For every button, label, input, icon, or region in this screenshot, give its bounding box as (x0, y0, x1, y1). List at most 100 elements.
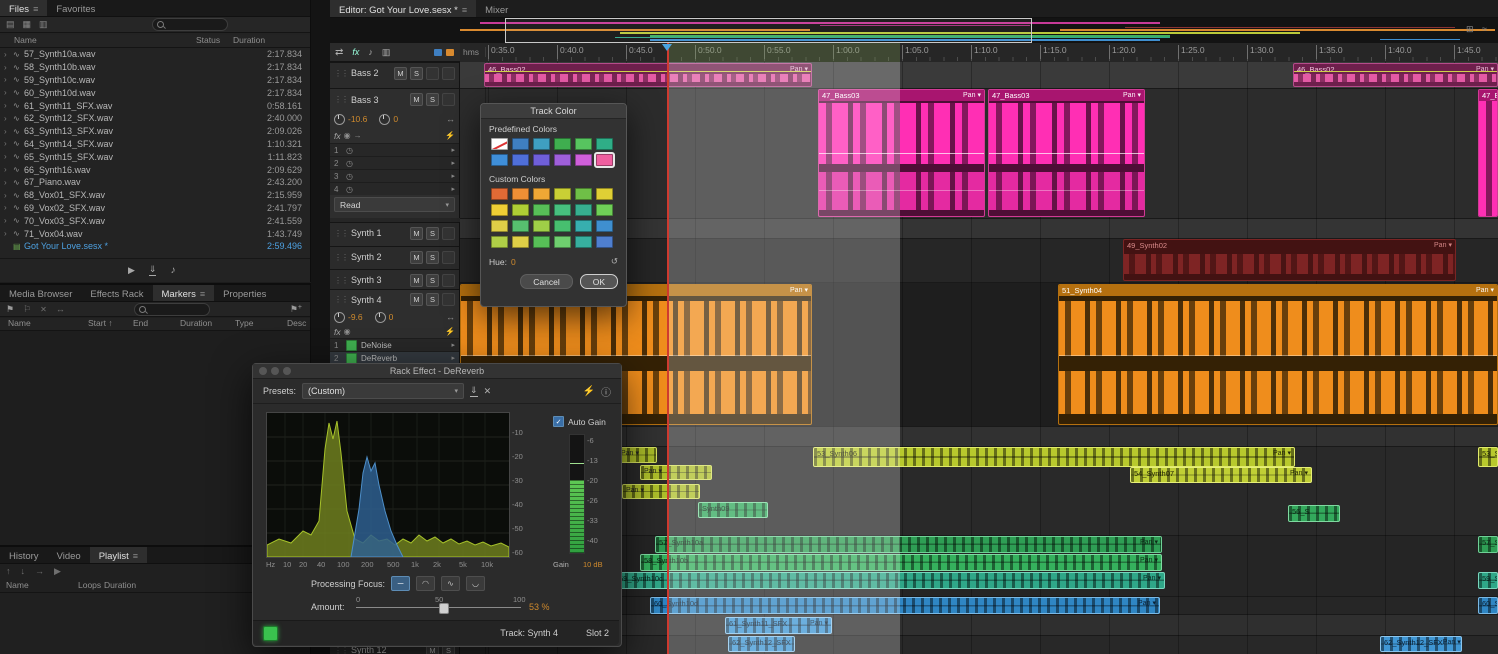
audio-clip[interactable]: 53_Sy (1478, 447, 1498, 467)
record-arm-button[interactable] (442, 93, 455, 106)
mute-button[interactable]: M (410, 274, 423, 287)
col-marker-start[interactable]: Start ↑ (88, 318, 113, 328)
color-swatch[interactable] (512, 220, 529, 232)
col-name[interactable]: Name (14, 35, 37, 45)
playhead-marker[interactable] (662, 44, 672, 51)
color-swatch[interactable] (491, 188, 508, 200)
add-marker-icon[interactable]: ⚐ (23, 304, 31, 315)
tab-editor[interactable]: Editor: Got Your Love.sesx *≡ (330, 0, 476, 17)
clip-pan-dropdown[interactable]: Pan▾ (1476, 285, 1494, 296)
effect-power-led[interactable] (263, 626, 278, 641)
record-arm-button[interactable] (442, 251, 455, 264)
auto-play-audio-icon[interactable]: ♪ (170, 265, 175, 276)
track-header-bass3[interactable]: ⋮⋮Bass 3MS -10.60↔ fx◉→⚡ 1◷▸ 2◷▸ 3◷▸ 4◷▸… (330, 88, 460, 218)
chevron-right-icon[interactable]: › (4, 139, 13, 148)
panel-menu-icon[interactable]: ≡ (133, 551, 138, 561)
video-track-icon[interactable] (434, 49, 442, 56)
import-file-icon[interactable]: ▤ (6, 19, 15, 30)
chevron-right-icon[interactable]: › (4, 178, 13, 187)
fx-power-icon[interactable]: ◉ (344, 131, 351, 140)
import-folder-icon[interactable]: ▦ (23, 19, 32, 30)
color-swatch[interactable] (596, 220, 613, 232)
chevron-right-icon[interactable]: › (4, 191, 13, 200)
col-marker-type[interactable]: Type (235, 318, 253, 328)
fx-power-icon[interactable]: ◉ (344, 327, 351, 336)
track-header-bass2[interactable]: ⋮⋮Bass 2MS (330, 62, 460, 88)
move-up-icon[interactable]: ↑ (6, 566, 11, 576)
new-content-icon[interactable]: ▥ (39, 19, 48, 30)
file-row-session-selected[interactable]: ▤Got Your Love.sesx *2:59.496 (0, 240, 310, 253)
col-marker-desc[interactable]: Desc (287, 318, 306, 328)
color-swatch[interactable] (554, 220, 571, 232)
tab-files[interactable]: Files≡ (0, 0, 47, 16)
info-icon[interactable]: ⓘ (601, 384, 611, 399)
color-swatch[interactable] (596, 236, 613, 248)
playhead-line[interactable] (667, 43, 669, 654)
color-swatch[interactable] (554, 154, 571, 166)
save-preset-icon[interactable]: ⇓ (470, 385, 478, 397)
color-swatch[interactable] (554, 188, 571, 200)
overview-options-icon[interactable]: ≈ (1482, 24, 1487, 34)
track-header-synth3[interactable]: ⋮⋮Synth 3MS (330, 269, 460, 289)
col-duration[interactable]: Duration (233, 35, 265, 45)
col-marker-duration[interactable]: Duration (180, 318, 212, 328)
track-name[interactable]: Synth 3 (351, 275, 382, 285)
add-flag-button[interactable]: ⚑+ (290, 304, 302, 315)
reset-hue-icon[interactable]: ↺ (611, 256, 618, 267)
fx-slot[interactable]: 3◷▸ (330, 169, 459, 182)
file-row[interactable]: ›∿62_Synth12_SFX.wav2:40.000 (0, 112, 310, 125)
slot-arrow-icon[interactable]: ▸ (451, 185, 455, 193)
clip-pan-dropdown[interactable]: Pan▾ (1143, 573, 1161, 584)
audio-clip[interactable]: 49_Synth02Pan▾ (1123, 239, 1456, 281)
volume-value[interactable]: -10.6 (348, 114, 367, 124)
record-arm-button[interactable] (442, 274, 455, 287)
clip-pan-dropdown[interactable]: Pan▾ (626, 485, 644, 496)
play-playlist-icon[interactable]: ▶ (54, 566, 61, 577)
color-swatch[interactable] (491, 204, 508, 216)
solo-button[interactable]: S (410, 67, 423, 80)
mute-button[interactable]: M (410, 93, 423, 106)
focus-mid-button[interactable]: ∿ (441, 576, 460, 591)
pan-knob[interactable] (375, 312, 386, 323)
color-swatch[interactable] (533, 220, 550, 232)
export-button[interactable]: ⇓ (149, 264, 157, 276)
meters-icon[interactable]: ▥ (382, 47, 391, 58)
file-row[interactable]: ›∿64_Synth14_SFX.wav1:10.321 (0, 138, 310, 151)
clip-pan-dropdown[interactable]: Pan▾ (1140, 555, 1158, 566)
file-row[interactable]: ›∿59_Synth10c.wav2:17.834 (0, 74, 310, 87)
pan-value[interactable]: 0 (393, 114, 398, 124)
color-swatch[interactable] (596, 204, 613, 216)
volume-value[interactable]: -9.6 (348, 312, 363, 322)
color-swatch[interactable] (533, 154, 550, 166)
audio-clip[interactable]: 47_Bass03Pan▾ (988, 89, 1145, 217)
amount-value[interactable]: 53 % (529, 602, 550, 612)
chevron-right-icon[interactable]: › (4, 63, 13, 72)
chevron-right-icon[interactable]: › (4, 229, 13, 238)
hue-value[interactable]: 0 (511, 257, 516, 267)
delete-preset-icon[interactable]: ✕ (484, 386, 492, 397)
tab-playlist[interactable]: Playlist≡ (90, 547, 147, 563)
fx-slot[interactable]: 2◷▸ (330, 156, 459, 169)
clip-pan-dropdown[interactable]: Pan▾ (1434, 240, 1452, 251)
solo-button[interactable]: S (426, 227, 439, 240)
track-name[interactable]: Bass 2 (351, 68, 379, 78)
move-tool-icon[interactable]: ⇄ (335, 47, 343, 58)
timeline-ruler[interactable]: hms 0:35.0 0:40.0 0:45.0 0:50.0 0:55.0 1… (460, 43, 1498, 63)
track-color-dialog[interactable]: Track Color Predefined Colors Custom Col… (480, 103, 627, 307)
minimize-window-icon[interactable] (271, 367, 279, 375)
dialog-title-bar[interactable]: Track Color (481, 104, 626, 119)
marker-flag-icon[interactable]: ⚑ (6, 304, 14, 315)
chevron-right-icon[interactable]: › (4, 101, 13, 110)
chevron-right-icon[interactable]: › (4, 165, 13, 174)
cancel-button[interactable]: Cancel (520, 274, 572, 289)
fx-slot[interactable]: 1◷▸ (330, 143, 459, 156)
color-swatch[interactable] (512, 154, 529, 166)
color-swatch[interactable] (491, 236, 508, 248)
audio-clip[interactable]: 57_Sy (1478, 536, 1498, 553)
overview-viewport[interactable] (505, 18, 1032, 43)
mute-button[interactable]: M (410, 227, 423, 240)
mute-button[interactable]: M (410, 251, 423, 264)
chevron-right-icon[interactable]: › (4, 203, 13, 212)
clip-pan-dropdown[interactable]: Pan▾ (1476, 64, 1494, 75)
files-search-input[interactable] (152, 18, 228, 31)
